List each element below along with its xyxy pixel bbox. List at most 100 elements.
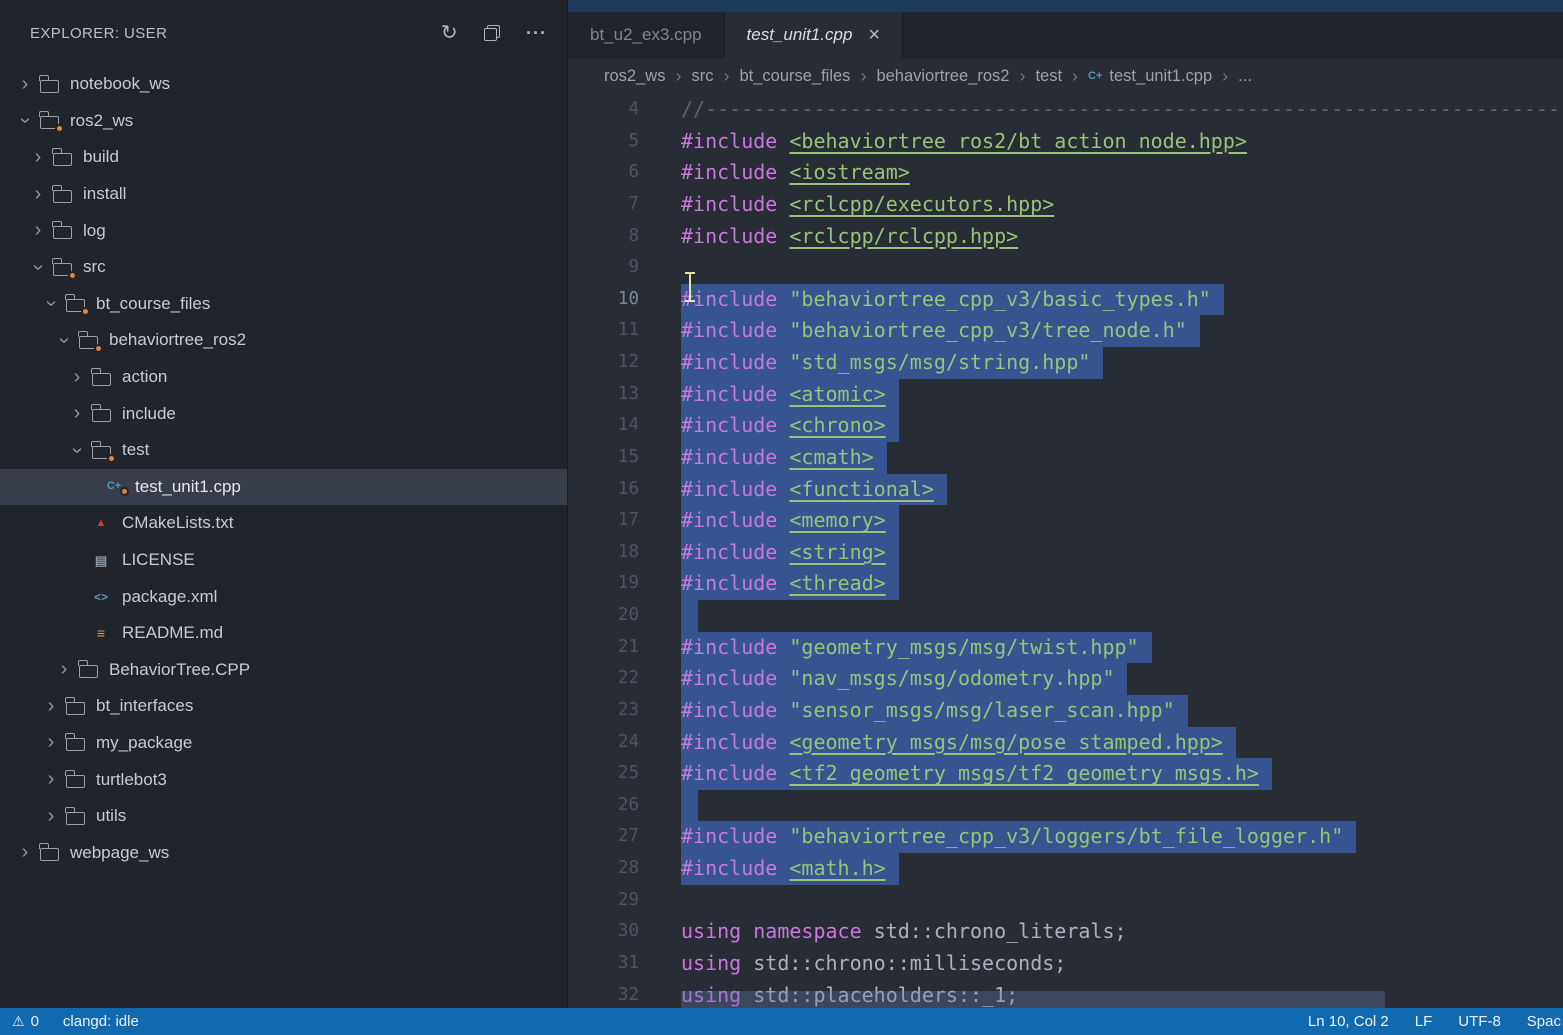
code-line-28[interactable]: 28#include <math.h> — [568, 853, 1563, 885]
collapse-folders-icon[interactable] — [484, 25, 500, 41]
breadcrumb-separator: › — [723, 66, 729, 87]
tree-item-my_package[interactable]: ›my_package — [0, 725, 567, 762]
tree-item-package.xml[interactable]: <>package.xml — [0, 578, 567, 615]
tree-item-behaviortree_ros2[interactable]: ›behaviortree_ros2 — [0, 322, 567, 359]
tree-item-BehaviorTree.CPP[interactable]: ›BehaviorTree.CPP — [0, 652, 567, 689]
refresh-explorer-icon[interactable]: ↻ — [441, 23, 458, 43]
tree-item-turtlebot3[interactable]: ›turtlebot3 — [0, 761, 567, 798]
breadcrumb-item-ros2_ws[interactable]: ros2_ws — [604, 67, 665, 86]
token: #include — [681, 508, 789, 532]
line-number: 18 — [568, 537, 639, 569]
code-line-25[interactable]: 25#include <tf2_geometry_msgs/tf2_geomet… — [568, 758, 1563, 790]
tree-item-bt_interfaces[interactable]: ›bt_interfaces — [0, 688, 567, 725]
code-text: #include <string> — [681, 537, 899, 569]
token: //--------------------------------------… — [681, 97, 1563, 121]
tree-item-LICENSE[interactable]: ▤LICENSE — [0, 542, 567, 579]
code-line-12[interactable]: 12#include "std_msgs/msg/string.hpp" — [568, 347, 1563, 379]
tree-item-test[interactable]: ›test — [0, 432, 567, 469]
breadcrumb-item-test_unit1.cpp[interactable]: C+test_unit1.cpp — [1088, 67, 1212, 86]
tree-item-utils[interactable]: ›utils — [0, 798, 567, 835]
code-line-20[interactable]: 20 — [568, 600, 1563, 632]
breadcrumb-item-bt_course_files[interactable]: bt_course_files — [739, 67, 850, 86]
modified-dot — [68, 271, 77, 280]
line-number: 17 — [568, 505, 639, 537]
line-number: 24 — [568, 727, 639, 759]
breadcrumb-ellipsis[interactable]: ... — [1238, 67, 1252, 86]
status-bar-right: Ln 10, Col 2 LF UTF-8 Spac — [1308, 1013, 1563, 1030]
status-encoding[interactable]: UTF-8 — [1458, 1013, 1501, 1030]
code-line-26[interactable]: 26 — [568, 790, 1563, 822]
code-line-10[interactable]: 10#include "behaviortree_cpp_v3/basic_ty… — [568, 284, 1563, 316]
line-number: 21 — [568, 632, 639, 664]
status-indentation[interactable]: Spac — [1527, 1013, 1561, 1030]
code-text: #include <rclcpp/executors.hpp> — [681, 189, 1054, 221]
code-line-7[interactable]: 7#include <rclcpp/executors.hpp> — [568, 189, 1563, 221]
code-line-27[interactable]: 27#include "behaviortree_cpp_v3/loggers/… — [568, 821, 1563, 853]
tree-item-include[interactable]: ›include — [0, 395, 567, 432]
explorer-title: EXPLORER: USER — [30, 25, 167, 42]
tree-item-label: build — [83, 147, 119, 167]
status-cursor-position[interactable]: Ln 10, Col 2 — [1308, 1013, 1389, 1030]
folder-glyph — [53, 226, 72, 239]
tree-item-src[interactable]: ›src — [0, 249, 567, 286]
token: <chrono> — [789, 413, 885, 437]
tree-item-ros2_ws[interactable]: ›ros2_ws — [0, 103, 567, 140]
more-actions-icon[interactable]: ··· — [526, 24, 547, 42]
horizontal-scrollbar[interactable] — [681, 991, 1385, 1008]
token: <rclcpp/executors.hpp> — [789, 192, 1054, 216]
code-line-4[interactable]: 4//-------------------------------------… — [568, 94, 1563, 126]
code-line-19[interactable]: 19#include <thread> — [568, 568, 1563, 600]
status-warnings[interactable]: ⚠0 — [12, 1013, 39, 1030]
code-line-21[interactable]: 21 #include "geometry_msgs/msg/twist.hpp" — [568, 632, 1563, 664]
chevron-right-icon: › — [53, 658, 75, 681]
code-line-24[interactable]: 24#include <geometry_msgs/msg/pose_stamp… — [568, 727, 1563, 759]
tree-item-bt_course_files[interactable]: ›bt_course_files — [0, 286, 567, 323]
status-eol[interactable]: LF — [1415, 1013, 1433, 1030]
code-text: #include "geometry_msgs/msg/twist.hpp" — [681, 632, 1152, 664]
tab-bt_u2_ex3.cpp[interactable]: bt_u2_ex3.cpp — [568, 12, 725, 58]
code-editor[interactable]: 4//-------------------------------------… — [568, 94, 1563, 1008]
code-line-29[interactable]: 29 — [568, 885, 1563, 917]
selection-highlight: #include "behaviortree_cpp_v3/loggers/bt… — [681, 821, 1356, 853]
status-clangd[interactable]: clangd: idle — [63, 1013, 139, 1030]
code-line-9[interactable]: 9 — [568, 252, 1563, 284]
selection-highlight: #include "geometry_msgs/msg/twist.hpp" — [681, 632, 1152, 664]
tree-item-notebook_ws[interactable]: ›notebook_ws — [0, 66, 567, 103]
tree-item-test_unit1.cpp[interactable]: C+test_unit1.cpp — [0, 469, 567, 506]
tree-item-webpage_ws[interactable]: ›webpage_ws — [0, 834, 567, 871]
code-line-11[interactable]: 11#include "behaviortree_cpp_v3/tree_nod… — [568, 315, 1563, 347]
token: #include — [681, 382, 789, 406]
code-line-16[interactable]: 16#include <functional> — [568, 474, 1563, 506]
token: "std_msgs/msg/string.hpp" — [789, 350, 1090, 374]
chevron-right-icon: › — [27, 183, 49, 206]
breadcrumb-item-src[interactable]: src — [691, 67, 713, 86]
tree-item-install[interactable]: ›install — [0, 176, 567, 213]
tab-test_unit1.cpp[interactable]: test_unit1.cpp × — [725, 12, 904, 58]
code-line-23[interactable]: 23#include "sensor_msgs/msg/laser_scan.h… — [568, 695, 1563, 727]
tree-item-action[interactable]: ›action — [0, 359, 567, 396]
code-line-15[interactable]: 15#include <cmath> — [568, 442, 1563, 474]
code-line-18[interactable]: 18 #include <string> — [568, 537, 1563, 569]
breadcrumb-item-test[interactable]: test — [1035, 67, 1062, 86]
code-line-30[interactable]: 30using namespace std::chrono_literals; — [568, 916, 1563, 948]
code-line-17[interactable]: 17#include <memory> — [568, 505, 1563, 537]
tree-item-CMakeLists.txt[interactable]: ▲CMakeLists.txt — [0, 505, 567, 542]
code-text: //--------------------------------------… — [681, 94, 1563, 126]
tree-item-label: package.xml — [122, 587, 217, 607]
code-line-6[interactable]: 6#include <iostream> — [568, 157, 1563, 189]
tree-item-log[interactable]: ›log — [0, 212, 567, 249]
token: using — [681, 951, 741, 975]
code-line-8[interactable]: 8#include <rclcpp/rclcpp.hpp> — [568, 221, 1563, 253]
folder-glyph — [92, 409, 111, 422]
code-line-13[interactable]: 13#include <atomic> — [568, 379, 1563, 411]
tree-item-build[interactable]: ›build — [0, 139, 567, 176]
code-line-5[interactable]: 5#include <behaviortree_ros2/bt_action_n… — [568, 126, 1563, 158]
close-icon[interactable]: × — [868, 24, 880, 47]
code-line-14[interactable]: 14#include <chrono> — [568, 410, 1563, 442]
tree-item-README.md[interactable]: ≡README.md — [0, 615, 567, 652]
code-line-31[interactable]: 31using std::chrono::milliseconds; — [568, 948, 1563, 980]
tab-label: test_unit1.cpp — [747, 25, 853, 45]
folder-glyph — [79, 665, 98, 678]
breadcrumb-item-behaviortree_ros2[interactable]: behaviortree_ros2 — [876, 67, 1009, 86]
code-line-22[interactable]: 22#include "nav_msgs/msg/odometry.hpp" — [568, 663, 1563, 695]
